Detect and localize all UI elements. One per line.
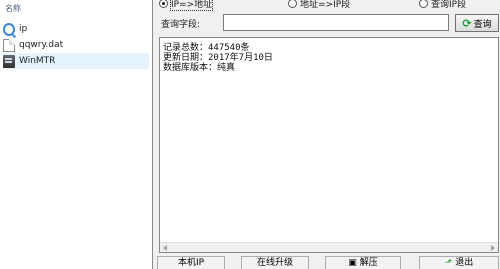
search-icon (3, 23, 15, 36)
file-name: qqwry.dat (19, 40, 64, 50)
ip-lookup-window: IP=>地址 地址=>IP段 查询IP段 查询字段: ⟳ 查询 记录总数：447… (152, 0, 500, 269)
query-field-input[interactable] (223, 14, 449, 31)
button-label: 解压 (359, 258, 378, 268)
app-icon (3, 54, 15, 68)
button-label: 在线升级 (256, 258, 293, 268)
button-label: 退出 (455, 258, 474, 268)
query-field-label: 查询字段: (161, 20, 201, 30)
lookup-mode-group: IP=>地址 地址=>IP段 查询IP段 (157, 0, 499, 12)
extract-button[interactable]: ▣ 解压 (325, 256, 401, 269)
scroll-right-icon[interactable] (491, 245, 495, 251)
query-button-label: 查询 (473, 19, 492, 30)
result-line-update-date: 更新日期：2017年7月10日 (163, 53, 273, 63)
radio-dot (419, 0, 428, 8)
file-name: WinMTR (19, 56, 56, 66)
file-item-qqwry[interactable]: qqwry.dat (3, 37, 149, 53)
query-row: 查询字段: ⟳ 查询 (157, 14, 499, 32)
query-button[interactable]: ⟳ 查询 (455, 14, 499, 32)
radio-address-to-ip-range[interactable]: 地址=>IP段 (288, 0, 351, 10)
button-label: 本机IP (177, 258, 205, 268)
refresh-icon: ⟳ (462, 16, 472, 30)
file-item-ip[interactable]: ip (3, 21, 149, 37)
radio-dot (288, 0, 297, 8)
bottom-button-bar: 本机IP 在线升级 ▣ 解压 ⬏ 退出 (157, 256, 499, 269)
radio-label: IP=>地址 (169, 0, 214, 11)
name-column-header[interactable]: 名称 (5, 3, 21, 14)
result-line-db-version: 数据库版本：纯真 (163, 63, 236, 73)
radio-label: 查询IP段 (431, 0, 467, 10)
radio-query-ip-range[interactable]: 查询IP段 (419, 0, 467, 10)
online-update-button[interactable]: 在线升级 (241, 256, 309, 269)
result-textarea[interactable]: 记录总数：447540条 更新日期：2017年7月10日 数据库版本：纯真 (159, 37, 499, 253)
save-icon: ▣ (348, 258, 357, 268)
file-name: ip (19, 24, 28, 34)
scroll-left-icon[interactable] (163, 245, 167, 251)
radio-dot (159, 0, 168, 8)
horizontal-scrollbar[interactable] (160, 242, 498, 252)
file-item-winmtr[interactable]: WinMTR (3, 53, 149, 69)
result-line-record-count: 记录总数：447540条 (163, 43, 250, 53)
exit-icon: ⬏ (444, 258, 453, 268)
result-text: 记录总数：447540条 更新日期：2017年7月10日 数据库版本：纯真 (163, 43, 273, 73)
document-icon (3, 38, 15, 52)
exit-button[interactable]: ⬏ 退出 (419, 256, 499, 269)
local-ip-button[interactable]: 本机IP (157, 256, 225, 269)
radio-label: 地址=>IP段 (300, 0, 351, 10)
radio-ip-to-address[interactable]: IP=>地址 (159, 0, 214, 11)
file-explorer-pane: 名称 ip qqwry.dat WinMTR (0, 0, 152, 269)
